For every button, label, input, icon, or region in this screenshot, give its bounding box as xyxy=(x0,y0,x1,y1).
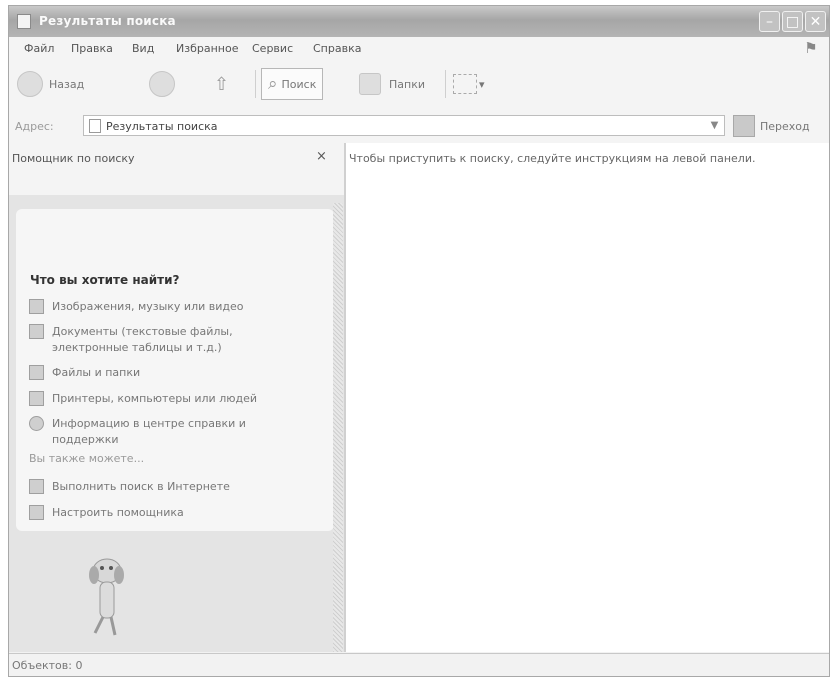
folders-icon xyxy=(359,73,381,95)
option-label: Принтеры, компьютеры или людей xyxy=(52,392,258,405)
media-icon xyxy=(29,299,44,314)
status-bar: Объектов: 0 xyxy=(9,653,829,676)
menu-file[interactable]: Файл xyxy=(24,42,54,55)
option-label: Настроить помощника xyxy=(52,506,184,519)
search-label: Поиск xyxy=(281,77,317,91)
windows-logo-icon: ⚑ xyxy=(804,39,818,57)
menu-favorites[interactable]: Избранное xyxy=(176,42,238,55)
address-bar: Адрес: Результаты поиска ▼ Переход xyxy=(9,109,829,144)
address-dropdown-icon[interactable]: ▼ xyxy=(707,118,722,133)
option-label: Изображения, музыку или видео xyxy=(52,300,244,313)
option-change-preferences[interactable]: Настроить помощника xyxy=(29,505,329,521)
window-icon xyxy=(17,14,31,29)
settings-icon xyxy=(29,505,44,520)
option-label: Документы (текстовые файлы, электронные … xyxy=(52,325,233,354)
document-icon xyxy=(29,324,44,339)
close-button[interactable]: ✕ xyxy=(805,11,826,32)
menu-help[interactable]: Справка xyxy=(313,42,361,55)
up-folder-button[interactable]: ⇧ xyxy=(214,68,229,100)
status-text: Объектов: 0 xyxy=(12,659,83,672)
option-internet-search[interactable]: Выполнить поиск в Интернете xyxy=(29,479,329,495)
views-button[interactable]: ▾ xyxy=(453,68,485,100)
search-companion-pane: Помощник по поиску × Что вы хотите найти… xyxy=(9,143,346,652)
go-label: Переход xyxy=(760,119,810,133)
address-label: Адрес: xyxy=(15,120,54,133)
pane-title: Помощник по поиску xyxy=(12,152,135,165)
toolbar-separator xyxy=(445,70,446,98)
option-label: Файлы и папки xyxy=(52,366,141,379)
results-hint: Чтобы приступить к поиску, следуйте инст… xyxy=(349,152,756,165)
back-arrow-icon xyxy=(17,71,43,97)
menu-tools[interactable]: Сервис xyxy=(252,42,293,55)
back-label: Назад xyxy=(49,77,85,91)
pane-header: Помощник по поиску × xyxy=(9,143,344,195)
menu-view[interactable]: Вид xyxy=(132,42,154,55)
window-title: Результаты поиска xyxy=(39,14,176,28)
back-button[interactable]: Назад xyxy=(17,68,84,100)
option-label: Выполнить поиск в Интернете xyxy=(52,480,230,493)
title-bar[interactable]: Результаты поиска – □ ✕ xyxy=(9,6,829,38)
option-computers-people[interactable]: Принтеры, компьютеры или людей xyxy=(29,391,329,407)
toolbar: Назад ⇧ ⌕ Поиск Папки ▾ xyxy=(9,60,829,110)
option-help-center[interactable]: Информацию в центре справки и поддержки xyxy=(29,416,309,448)
folders-button[interactable]: Папки xyxy=(359,68,425,100)
pane-close-button[interactable]: × xyxy=(316,149,327,164)
option-files-folders[interactable]: Файлы и папки xyxy=(29,365,329,381)
explorer-window: Результаты поиска – □ ✕ Файл Правка Вид … xyxy=(8,5,830,677)
option-documents[interactable]: Документы (текстовые файлы, электронные … xyxy=(29,324,304,356)
address-input[interactable]: Результаты поиска ▼ xyxy=(83,115,725,136)
go-button[interactable]: Переход xyxy=(733,114,810,138)
internet-search-icon xyxy=(29,479,44,494)
option-label: Информацию в центре справки и поддержки xyxy=(52,417,246,446)
search-question: Что вы хотите найти? xyxy=(30,273,180,287)
address-value: Результаты поиска xyxy=(106,120,218,133)
minimize-button[interactable]: – xyxy=(759,11,780,32)
folder-icon xyxy=(29,365,44,380)
menu-edit[interactable]: Правка xyxy=(71,42,113,55)
pane-edge-texture xyxy=(333,203,343,652)
search-button[interactable]: ⌕ Поиск xyxy=(261,68,324,100)
magnifier-icon: ⌕ xyxy=(268,74,278,94)
up-arrow-icon: ⇧ xyxy=(214,73,230,95)
also-label: Вы также можете... xyxy=(29,452,145,465)
option-media[interactable]: Изображения, музыку или видео xyxy=(29,299,329,315)
computer-icon xyxy=(29,391,44,406)
search-dog-icon[interactable] xyxy=(69,535,159,647)
folders-label: Папки xyxy=(389,77,425,91)
maximize-button[interactable]: □ xyxy=(782,11,803,32)
search-results-icon xyxy=(89,119,101,133)
forward-button[interactable] xyxy=(149,68,175,100)
results-pane: Чтобы приступить к поиску, следуйте инст… xyxy=(346,143,829,652)
help-icon xyxy=(29,416,44,431)
forward-arrow-icon xyxy=(149,71,175,97)
toolbar-separator xyxy=(255,70,256,98)
menu-bar: Файл Правка Вид Избранное Сервис Справка… xyxy=(9,37,829,61)
go-arrow-icon xyxy=(733,115,755,137)
views-dropdown-arrow: ▾ xyxy=(479,77,485,91)
views-icon xyxy=(453,74,477,94)
